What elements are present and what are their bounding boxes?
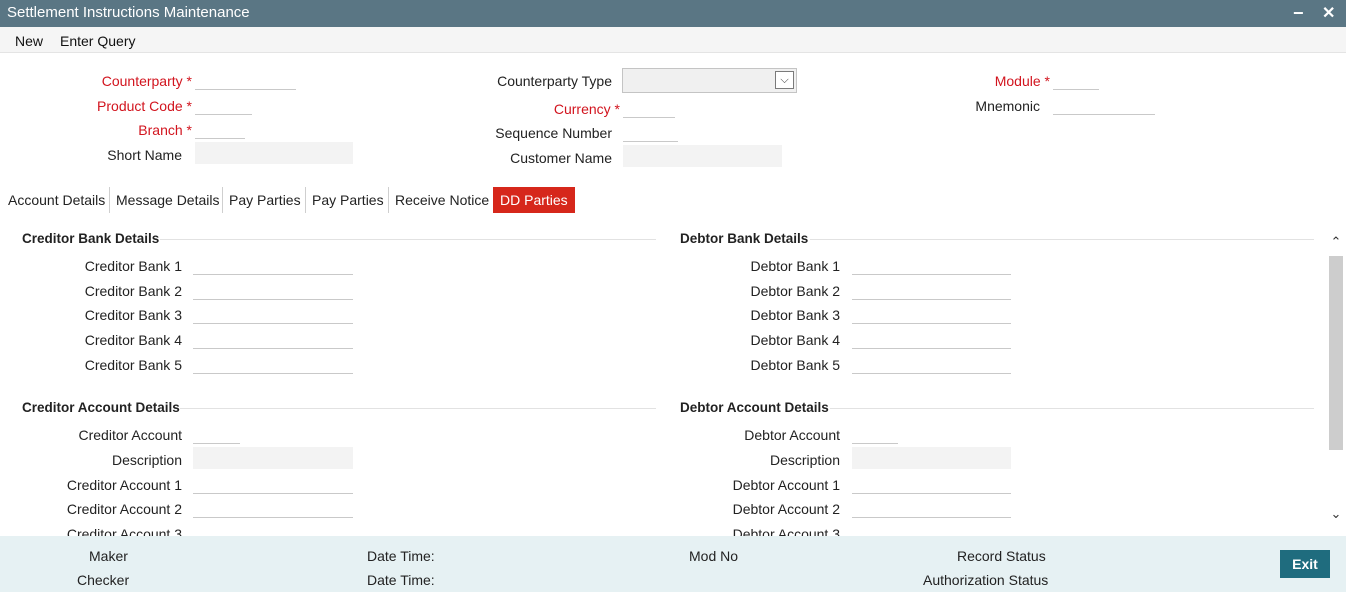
debtor-account-1-input[interactable]: [852, 472, 1011, 494]
product-code-input[interactable]: [195, 93, 252, 115]
creditor-bank-1-label: Creditor Bank 1: [84, 258, 182, 274]
counterparty-input[interactable]: [195, 68, 296, 90]
creditor-account-3-input[interactable]: [193, 521, 353, 536]
creditor-account-3-label: Creditor Account 3: [66, 526, 182, 536]
divider: [810, 239, 1314, 240]
debtor-account-3-label: Debtor Account 3: [732, 526, 840, 536]
creditor-account-1-label: Creditor Account 1: [66, 477, 182, 493]
debtor-bank-4-label: Debtor Bank 4: [750, 332, 841, 348]
debtor-account-input[interactable]: [852, 422, 898, 444]
sequence-number-input[interactable]: [623, 120, 678, 142]
creditor-bank-2-input[interactable]: [193, 278, 353, 300]
authorization-status-label: Authorization Status: [923, 572, 1049, 588]
chevron-down-icon[interactable]: ⌄: [1329, 506, 1343, 522]
debtor-bank-1-label: Debtor Bank 1: [750, 258, 841, 274]
menu-bar: New Enter Query: [0, 27, 1346, 53]
creditor-bank-3-input[interactable]: [193, 302, 353, 324]
exit-button[interactable]: Exit: [1280, 550, 1330, 578]
maker-label: Maker: [89, 548, 128, 564]
window-titlebar: Settlement Instructions Maintenance − ✕: [0, 0, 1346, 27]
creditor-bank-5-input[interactable]: [193, 352, 353, 374]
tab-receive-notice[interactable]: Receive Notice: [395, 187, 489, 213]
creditor-bank-1-input[interactable]: [193, 253, 353, 275]
tab-account-details[interactable]: Account Details: [8, 187, 110, 213]
divider: [830, 408, 1314, 409]
debtor-account-1-label: Debtor Account 1: [732, 477, 840, 493]
creditor-bank-4-label: Creditor Bank 4: [84, 332, 182, 348]
debtor-bank-2-input[interactable]: [852, 278, 1011, 300]
scrollbar-thumb[interactable]: [1329, 256, 1343, 450]
debtor-bank-2-label: Debtor Bank 2: [750, 283, 841, 299]
creditor-bank-2-label: Creditor Bank 2: [84, 283, 182, 299]
debtor-bank-4-input[interactable]: [852, 327, 1011, 349]
creditor-bank-5-label: Creditor Bank 5: [84, 357, 182, 373]
short-name-input: [195, 142, 353, 164]
customer-name-label: Customer Name: [510, 150, 612, 166]
creditor-account-input[interactable]: [193, 422, 240, 444]
tab-pay-parties-1[interactable]: Pay Parties: [229, 187, 306, 213]
creditor-description-input: [193, 447, 353, 469]
chevron-down-icon[interactable]: ⌵: [775, 71, 794, 89]
counterparty-type-select[interactable]: ⌵: [622, 68, 797, 93]
checker-date-time-label: Date Time:: [367, 572, 435, 588]
currency-label: Currency *: [553, 101, 620, 117]
creditor-account-1-input[interactable]: [193, 472, 353, 494]
creditor-account-section-title: Creditor Account Details: [22, 400, 180, 415]
currency-input[interactable]: [623, 96, 675, 118]
debtor-bank-section-title: Debtor Bank Details: [680, 231, 809, 246]
vertical-scrollbar[interactable]: ⌃ ⌄: [1328, 222, 1344, 526]
debtor-bank-5-input[interactable]: [852, 352, 1011, 374]
product-code-label: Product Code *: [97, 98, 192, 114]
short-name-label: Short Name: [107, 147, 182, 163]
debtor-account-section-title: Debtor Account Details: [680, 400, 829, 415]
debtor-account-3-input[interactable]: [852, 521, 1011, 536]
maker-date-time-label: Date Time:: [367, 548, 435, 564]
branch-input[interactable]: [195, 117, 245, 139]
creditor-account-2-label: Creditor Account 2: [66, 501, 182, 517]
divider: [160, 239, 656, 240]
enter-query-menu-item[interactable]: Enter Query: [60, 33, 135, 49]
dd-parties-panel: Creditor Bank Details Creditor Bank 1 Cr…: [0, 222, 1346, 536]
debtor-account-2-input[interactable]: [852, 496, 1011, 518]
audit-footer: Maker Checker Date Time: Date Time: Mod …: [0, 536, 1346, 592]
module-input[interactable]: [1053, 68, 1099, 90]
creditor-description-label: Description: [111, 452, 182, 468]
debtor-account-label: Debtor Account: [744, 427, 840, 443]
counterparty-type-label: Counterparty Type: [497, 73, 612, 89]
mod-no-label: Mod No: [689, 548, 739, 564]
module-label: Module *: [994, 73, 1050, 89]
branch-label: Branch *: [138, 122, 192, 138]
debtor-bank-1-input[interactable]: [852, 253, 1011, 275]
tab-message-details[interactable]: Message Details: [116, 187, 223, 213]
creditor-account-label: Creditor Account: [78, 427, 183, 443]
tab-dd-parties[interactable]: DD Parties: [493, 187, 575, 213]
debtor-bank-3-label: Debtor Bank 3: [750, 307, 841, 323]
debtor-account-2-label: Debtor Account 2: [732, 501, 840, 517]
creditor-bank-4-input[interactable]: [193, 327, 353, 349]
sequence-number-label: Sequence Number: [495, 125, 612, 141]
record-status-label: Record Status: [957, 548, 1046, 564]
debtor-description-input: [852, 447, 1011, 469]
debtor-bank-5-label: Debtor Bank 5: [750, 357, 841, 373]
chevron-up-icon[interactable]: ⌃: [1329, 234, 1343, 250]
close-icon[interactable]: ✕: [1322, 1, 1335, 27]
counterparty-label: Counterparty *: [101, 73, 192, 89]
mnemonic-input[interactable]: [1053, 93, 1155, 115]
new-menu-item[interactable]: New: [15, 33, 43, 49]
debtor-description-label: Description: [769, 452, 840, 468]
debtor-bank-3-input[interactable]: [852, 302, 1011, 324]
customer-name-input: [623, 145, 782, 167]
window-title: Settlement Instructions Maintenance: [7, 4, 250, 21]
minimize-icon[interactable]: −: [1293, 0, 1304, 26]
mnemonic-label: Mnemonic: [975, 98, 1040, 114]
divider: [180, 408, 656, 409]
creditor-bank-3-label: Creditor Bank 3: [84, 307, 182, 323]
creditor-account-2-input[interactable]: [193, 496, 353, 518]
tab-pay-parties-2[interactable]: Pay Parties: [312, 187, 389, 213]
checker-label: Checker: [77, 572, 130, 588]
